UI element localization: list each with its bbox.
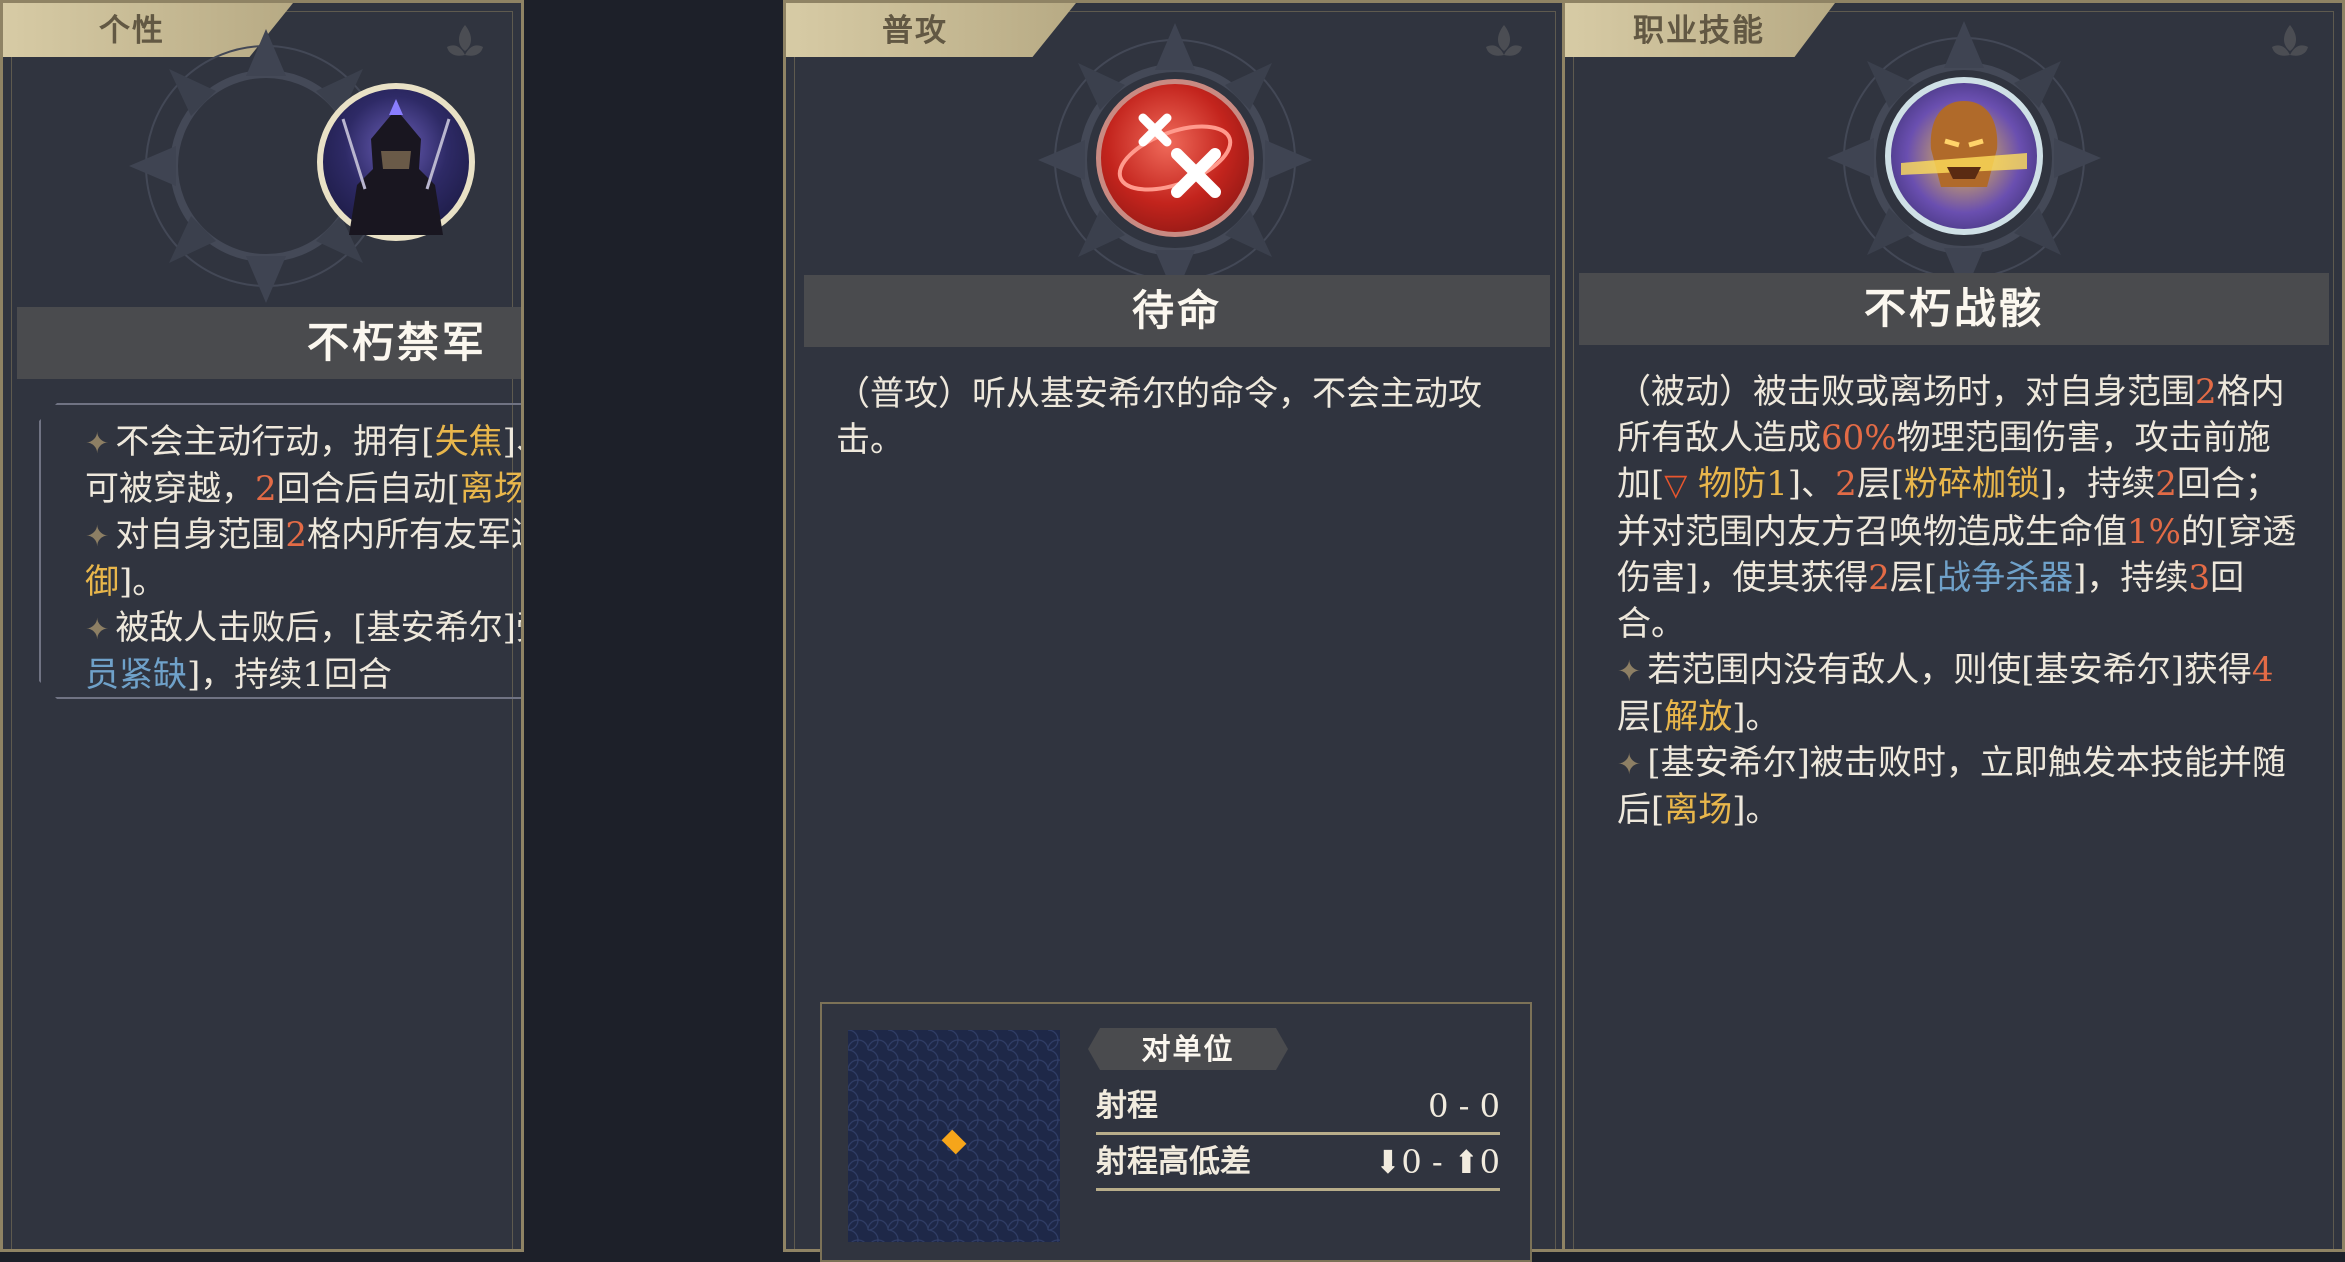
height-diff-value: ⬇0 - ⬆0 [1374,1143,1501,1181]
range-grid [848,1030,1060,1242]
panel-trait: 个性 不朽禁军 ✦不会主动行动，拥有[失焦]、[强韧]，可被穿越，2回合后自动[… [0,0,524,1252]
target-type-tag: 对单位 [1088,1028,1288,1070]
panel-class-skill: 职业技能 不朽战骸 （被动）被击败或离场时，对自身范围2格内所有敌人造成60%物… [1562,0,2345,1252]
description-paragraph: ✦对自身范围2格内所有友军进行[援护防御]。 [85,512,521,605]
keyword: 2 [1835,464,1857,504]
description-text: 被敌人击败后，[基安希尔]受到 [115,608,521,648]
height-diff-row: 射程高低差 ⬇0 - ⬆0 [1096,1136,1500,1191]
description-text: ]，持续 [2039,464,2156,504]
keyword: 2 [255,469,277,509]
hooded-soldier-icon [317,83,475,241]
attack-range-box: 对单位 射程 0 - 0 射程高低差 ⬇0 - ⬆0 [820,1002,1532,1262]
description-text: ]。 [1732,790,1780,830]
skill-description: （普攻）听从基安希尔的命令，不会主动攻击。 [836,371,1516,463]
description-paragraph: ✦被敌人击败后，[基安希尔]受到1层[兵员紧缺]，持续1回合 [85,605,521,698]
description-text: 回合后自动[ [276,469,460,509]
description-paragraph: ✦不会主动行动，拥有[失焦]、[强韧]，可被穿越，2回合后自动[离场]。 [85,419,524,512]
skill-description: （被动）被击败或离场时，对自身范围2格内所有敌人造成60%物理范围伤害，攻击前施… [1617,369,2297,833]
keyword: 2 [1868,558,1890,598]
golden-warrior-portrait-icon [1885,77,2043,235]
sparkle-bullet-icon: ✦ [1617,747,1642,781]
description-text: ]，持续1回合 [187,655,392,695]
keyword: 1% [2127,512,2181,552]
description-text: ]。 [119,562,167,602]
sparkle-bullet-icon: ✦ [85,519,110,553]
keyword: 2 [2155,464,2177,504]
keyword: 3 [2188,558,2211,598]
description-text: 不会主动行动，拥有[ [115,422,435,462]
crossed-x-red-orb-icon [1096,79,1254,237]
description-paragraph: ✦ [基安希尔]被击败时，立即触发本技能并随后[离场]。 [1617,740,2297,833]
description-text: ]、 [1787,464,1836,504]
range-target-marker [941,1129,967,1155]
description-text: ]。 [1732,697,1780,737]
keyword: 60% [1821,418,1897,458]
keyword: 物防1 [1687,464,1788,504]
keyword: 4 [2251,650,2274,690]
description-text: 格内所有友军进行[ [306,515,521,555]
description-text: （普攻）听从基安希尔的命令，不会主动攻击。 [836,374,1482,460]
fleur-ornament-icon [1486,25,1522,56]
sparkle-bullet-icon: ✦ [85,612,110,646]
keyword: 失焦 [434,422,503,462]
skill-title: 待命 [804,275,1550,347]
range-label: 射程 [1096,1088,1158,1124]
description-text: 若范围内没有敌人，则使[基安希尔]获得 [1647,650,2252,690]
keyword: 离场 [1664,790,1733,830]
keyword: 战争杀器 [1937,558,2074,598]
skill-title: 不朽禁军 [17,307,521,379]
keyword: 2 [2195,372,2217,412]
keyword: 离场 [459,469,524,509]
range-row: 射程 0 - 0 [1096,1080,1500,1135]
skill-description: ✦不会主动行动，拥有[失焦]、[强韧]，可被穿越，2回合后自动[离场]。✦对自身… [85,419,524,698]
description-text: 层[ [1889,558,1938,598]
description-text: 对自身范围 [115,515,286,555]
description-text: 层[ [1617,697,1665,737]
height-diff-label: 射程高低差 [1096,1144,1251,1180]
keyword: ▽ [1664,468,1688,503]
sparkle-bullet-icon: ✦ [85,426,110,460]
skill-title: 不朽战骸 [1579,273,2329,345]
description-text: ]，持续 [2073,558,2189,598]
range-value: 0 - 0 [1428,1087,1500,1125]
keyword: 解放 [1664,697,1733,737]
description-text: ]、[ [502,422,521,462]
description-text: （被动）被击败或离场时，对自身范围 [1617,372,2195,412]
description-paragraph: （普攻）听从基安希尔的命令，不会主动攻击。 [836,371,1516,463]
description-paragraph: （被动）被击败或离场时，对自身范围2格内所有敌人造成60%物理范围伤害，攻击前施… [1617,369,2297,647]
tab-class-skill[interactable]: 职业技能 [1565,3,1835,57]
keyword: 粉碎枷锁 [1903,464,2040,504]
fleur-ornament-icon [2272,25,2308,56]
sparkle-bullet-icon: ✦ [1617,654,1642,688]
keyword: 2 [285,515,307,555]
description-paragraph: ✦ 若范围内没有敌人，则使[基安希尔]获得4 层[解放]。 [1617,647,2297,740]
description-text: 层[ [1856,464,1904,504]
fleur-ornament-icon [447,25,483,56]
